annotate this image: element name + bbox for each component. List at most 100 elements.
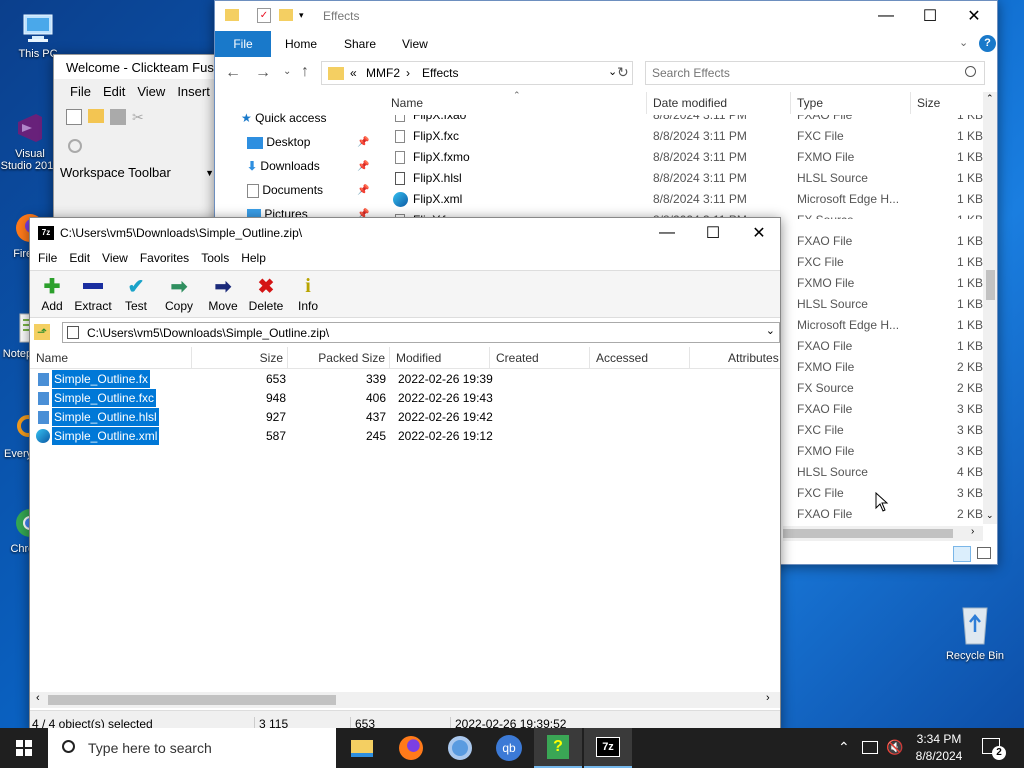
close-button[interactable]: ✕ [951, 1, 997, 31]
column-size[interactable]: Size [911, 92, 985, 114]
file-row[interactable]: FXC File 1 KB [791, 252, 985, 273]
archive-row[interactable]: Simple_Outline.fx 653 339 2022-02-26 19:… [30, 370, 780, 389]
clickteam-menu-view[interactable]: View [131, 81, 171, 103]
new-folder-icon[interactable] [279, 9, 293, 21]
column-name[interactable]: Name [30, 347, 192, 369]
column-date-modified[interactable]: Date modified [647, 92, 791, 114]
column-type[interactable]: Type [791, 92, 911, 114]
explorer-horizontal-scrollbar[interactable]: › [783, 526, 983, 541]
nav-up-icon[interactable]: ↑ [301, 63, 309, 81]
scroll-right-icon[interactable]: › [766, 692, 770, 704]
move-button[interactable]: ➡ Move [201, 275, 245, 314]
dropdown-arrow-icon[interactable]: ▼ [205, 161, 214, 185]
desktop-icon-this-pc[interactable]: This PC [8, 10, 68, 60]
new-file-icon[interactable] [66, 109, 82, 125]
explorer-search-input[interactable] [652, 65, 952, 81]
scrollbar-thumb[interactable] [986, 270, 995, 300]
ribbon-tab-share[interactable]: Share [344, 37, 376, 51]
clickteam-window[interactable]: Welcome - Clickteam Fusion File Edit View I… [53, 54, 225, 234]
desktop-icon-recycle-bin[interactable]: Recycle Bin [942, 602, 1008, 662]
nav-documents[interactable]: Documents [247, 178, 323, 202]
explorer-vertical-scrollbar[interactable]: ⌃ ⌄ [983, 92, 997, 524]
nav-desktop[interactable]: Desktop [247, 130, 310, 154]
column-created[interactable]: Created [490, 347, 590, 369]
sevenzip-window[interactable]: 7z C:\Users\vm5\Downloads\Simple_Outline… [29, 217, 781, 732]
archive-row[interactable]: Simple_Outline.xml 587 245 2022-02-26 19… [30, 427, 780, 446]
menu-view[interactable]: View [96, 247, 134, 269]
clickteam-menu-insert[interactable]: Insert [171, 81, 216, 103]
minimize-button[interactable]: — [863, 1, 909, 31]
clickteam-menu-file[interactable]: File [64, 81, 97, 103]
menu-help[interactable]: Help [235, 247, 272, 269]
scrollbar-thumb[interactable] [48, 695, 336, 705]
file-row[interactable]: FXMO File 1 KB [791, 273, 985, 294]
archive-row[interactable]: Simple_Outline.hlsl 927 437 2022-02-26 1… [30, 408, 780, 427]
pin-icon[interactable]: 📌 [357, 161, 369, 172]
ribbon-tab-view[interactable]: View [402, 37, 428, 51]
scroll-up-icon[interactable]: ⌃ [986, 93, 994, 104]
nav-back-icon[interactable]: ← [225, 64, 241, 82]
sevenzip-horizontal-scrollbar[interactable]: ‹ › [30, 692, 780, 708]
nav-quick-access[interactable]: ★ Quick access [241, 106, 326, 130]
test-button[interactable]: ✔ Test [114, 275, 158, 314]
file-row[interactable]: FlipX.fxao 8/8/2024 3:11 PM FXAO File 1 … [385, 115, 985, 126]
explorer-search-box[interactable] [645, 61, 985, 85]
file-row[interactable]: FlipX.xml 8/8/2024 3:11 PM Microsoft Edg… [385, 189, 985, 210]
column-attributes[interactable]: Attributes [722, 347, 780, 369]
copy-button[interactable]: ➡ Copy [157, 275, 201, 314]
ribbon-expand-icon[interactable]: ⌄ [959, 36, 968, 49]
scroll-down-icon[interactable]: ⌄ [986, 510, 994, 521]
menu-favorites[interactable]: Favorites [134, 247, 195, 269]
path-dropdown-icon[interactable]: ⌄ [766, 324, 775, 337]
column-accessed[interactable]: Accessed [590, 347, 690, 369]
close-button[interactable]: ✕ [736, 218, 780, 248]
breadcrumb-mmf2[interactable]: MMF2 [366, 66, 400, 80]
minimize-button[interactable]: — [644, 218, 690, 248]
menu-file[interactable]: File [32, 247, 63, 269]
taskbar-7zip[interactable]: 7z [584, 728, 632, 768]
address-bar[interactable]: « MMF2 › Effects ⌄ [321, 61, 633, 85]
properties-icon[interactable]: ✓ [257, 8, 271, 23]
taskbar-app-help[interactable]: ? [534, 728, 582, 768]
cut-icon[interactable]: ✂ [132, 109, 148, 125]
delete-button[interactable]: ✖ Delete [244, 275, 288, 314]
explorer-titlebar[interactable]: ✓ ▾ Effects — ☐ ✕ [215, 1, 997, 31]
network-icon[interactable] [862, 741, 878, 754]
taskbar-qbittorrent[interactable]: qb [485, 728, 533, 768]
file-row[interactable]: FXAO File 1 KB [791, 336, 985, 357]
clickteam-titlebar[interactable]: Welcome - Clickteam Fusion [54, 55, 224, 79]
maximize-button[interactable]: ☐ [907, 1, 953, 31]
file-row[interactable]: Microsoft Edge H... 1 KB [791, 315, 985, 336]
info-button[interactable]: i Info [286, 275, 330, 314]
scrollbar-thumb[interactable] [783, 529, 953, 538]
notification-center-button[interactable]: 2 [980, 736, 1006, 760]
taskbar-search-box[interactable]: Type here to search [48, 728, 336, 768]
refresh-icon[interactable]: ↻ [617, 64, 629, 81]
volume-muted-icon[interactable]: 🔇 [886, 739, 903, 756]
clock[interactable]: 3:34 PM 8/8/2024 [908, 731, 970, 765]
clickteam-menu-edit[interactable]: Edit [97, 81, 131, 103]
menu-tools[interactable]: Tools [195, 247, 235, 269]
nav-downloads[interactable]: ⬇ Downloads [247, 154, 320, 178]
pin-icon[interactable]: 📌 [357, 137, 369, 148]
taskbar-chrome[interactable] [436, 728, 484, 768]
scroll-left-icon[interactable]: ‹ [36, 692, 40, 704]
address-dropdown-icon[interactable]: ⌄ [608, 65, 617, 78]
menu-edit[interactable]: Edit [63, 247, 96, 269]
help-icon[interactable]: ? [979, 35, 996, 52]
pin-icon[interactable]: 📌 [357, 185, 369, 196]
file-row[interactable]: FXC File 3 KB [791, 420, 985, 441]
show-hidden-icons-chevron-icon[interactable]: ⌃ [838, 739, 850, 756]
scroll-right-icon[interactable]: › [971, 526, 974, 537]
archive-row[interactable]: Simple_Outline.fxc 948 406 2022-02-26 19… [30, 389, 780, 408]
file-row[interactable]: FlipX.fxmo 8/8/2024 3:11 PM FXMO File 1 … [385, 147, 985, 168]
save-icon[interactable] [110, 109, 126, 125]
file-row[interactable]: FlipX.hlsl 8/8/2024 3:11 PM HLSL Source … [385, 168, 985, 189]
workspace-toolbar-header[interactable]: Workspace Toolbar ▼ [54, 161, 224, 185]
add-button[interactable]: ✚ Add [30, 275, 74, 314]
open-folder-icon[interactable] [88, 109, 104, 123]
search-icon[interactable] [68, 139, 82, 153]
breadcrumb-effects[interactable]: Effects [422, 66, 458, 80]
file-row[interactable]: HLSL Source 4 KB [791, 462, 985, 483]
taskbar-firefox[interactable] [387, 728, 435, 768]
